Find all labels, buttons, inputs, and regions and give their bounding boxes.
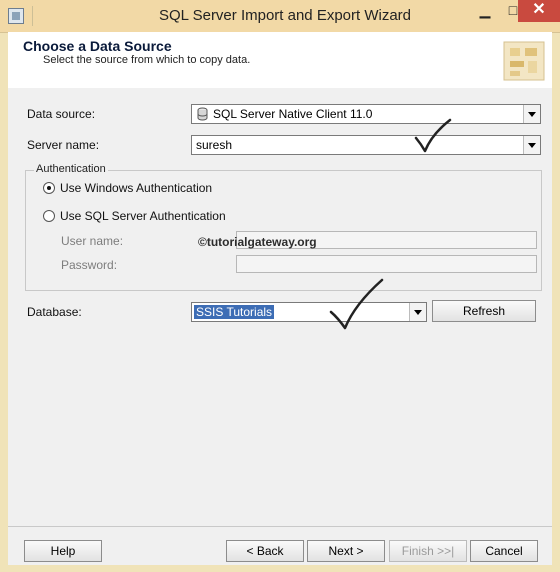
- window-title: SQL Server Import and Export Wizard: [158, 7, 412, 24]
- server-name-value: suresh: [196, 138, 233, 152]
- database-label: Database:: [27, 305, 82, 319]
- server-name-combo[interactable]: suresh: [191, 135, 541, 155]
- windows-auth-label[interactable]: Use Windows Authentication: [60, 181, 212, 195]
- database-combo[interactable]: SSIS Tutorials: [191, 302, 427, 322]
- database-icon: [197, 107, 208, 121]
- app-icon: [8, 8, 24, 24]
- title-bar[interactable]: SQL Server Import and Export Wizard ▁ □ …: [0, 0, 560, 33]
- sql-auth-radio[interactable]: [43, 210, 55, 222]
- password-label: Password:: [61, 258, 118, 272]
- refresh-button[interactable]: Refresh: [432, 300, 536, 322]
- database-value: SSIS Tutorials: [194, 305, 275, 319]
- authentication-group: Authentication Use Windows Authenticatio…: [25, 163, 542, 291]
- next-button[interactable]: Next >: [307, 540, 385, 562]
- back-button[interactable]: < Back: [226, 540, 304, 562]
- user-name-label: User name:: [61, 234, 124, 248]
- data-source-dropdown[interactable]: SQL Server Native Client 11.0: [191, 104, 541, 124]
- content-area: Data source: SQL Server Native Client 11…: [8, 88, 552, 526]
- chevron-down-icon[interactable]: [523, 136, 540, 154]
- help-button[interactable]: Help: [24, 540, 102, 562]
- authentication-legend: Authentication: [34, 163, 108, 175]
- chevron-down-icon[interactable]: [409, 303, 426, 321]
- checkmark-annotation-icon: [329, 278, 384, 330]
- wizard-header: Choose a Data Source Select the source f…: [8, 32, 552, 89]
- password-field[interactable]: [236, 255, 537, 273]
- data-source-label: Data source:: [27, 107, 96, 121]
- page-subtitle: Select the source from which to copy dat…: [43, 54, 251, 66]
- wizard-footer: Help < Back Next > Finish >>| Cancel: [8, 526, 552, 565]
- data-source-value: SQL Server Native Client 11.0: [213, 107, 373, 121]
- close-button[interactable]: ✕: [518, 0, 560, 22]
- watermark: ©tutorialgateway.org: [198, 235, 317, 249]
- sql-auth-label[interactable]: Use SQL Server Authentication: [60, 209, 226, 223]
- windows-auth-radio[interactable]: [43, 182, 55, 194]
- wizard-graphic-icon: [503, 41, 545, 81]
- server-name-label: Server name:: [27, 138, 100, 152]
- cancel-button[interactable]: Cancel: [470, 540, 538, 562]
- chevron-down-icon[interactable]: [523, 105, 540, 123]
- finish-button[interactable]: Finish >>|: [389, 540, 467, 562]
- checkmark-annotation-icon: [414, 118, 452, 153]
- minimize-button[interactable]: ▁: [472, 0, 498, 22]
- page-title: Choose a Data Source: [23, 38, 172, 54]
- title-separator: [32, 6, 33, 26]
